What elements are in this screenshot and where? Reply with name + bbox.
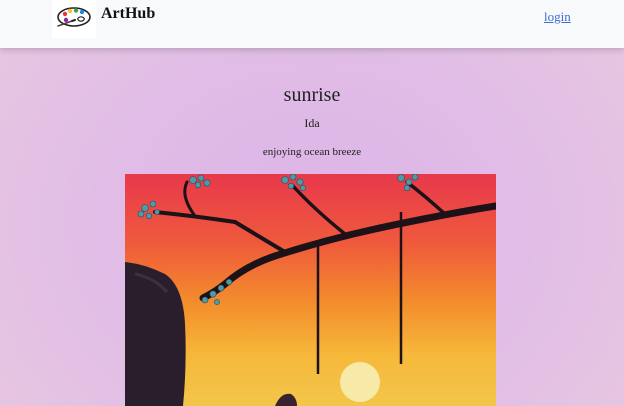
artist-name: Ida <box>304 116 320 130</box>
navbar: ArtHub login <box>0 0 624 48</box>
palette-icon[interactable] <box>52 0 96 38</box>
artwork-description: enjoying ocean breeze <box>262 146 362 158</box>
login-link[interactable]: login <box>544 9 571 25</box>
brand-link[interactable]: ArtHub <box>101 5 155 23</box>
artwork-title: sunrise <box>283 84 341 106</box>
painting-image <box>125 174 496 406</box>
